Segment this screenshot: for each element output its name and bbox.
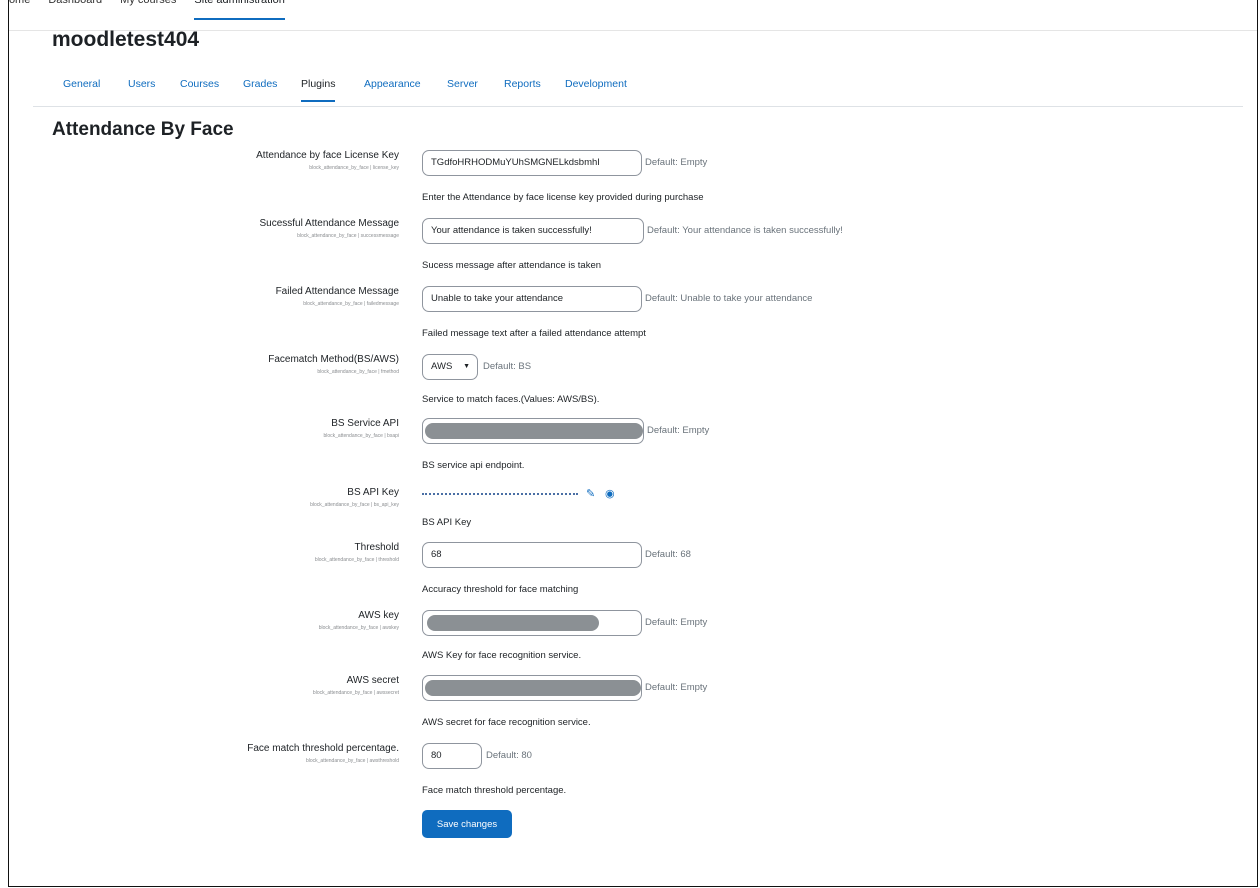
nav-dashboard[interactable]: Dashboard — [48, 0, 102, 20]
setting-description: Accuracy threshold for face matching — [422, 584, 579, 595]
caret-down-icon: ▼ — [463, 363, 470, 370]
setting-label: BS Service API — [331, 418, 399, 429]
setting-label: AWS secret — [346, 675, 399, 686]
tab-appearance[interactable]: Appearance — [364, 78, 421, 90]
setting-label: Attendance by face License Key — [256, 150, 399, 161]
setting-description: Service to match faces.(Values: AWS/BS). — [422, 394, 600, 405]
tab-server[interactable]: Server — [447, 78, 478, 90]
setting-default: Default: Unable to take your attendance — [645, 293, 813, 304]
success-message-input[interactable]: Your attendance is taken successfully! — [422, 218, 644, 244]
save-changes-button[interactable]: Save changes — [422, 810, 512, 838]
threshold-input[interactable]: 68 — [422, 542, 642, 568]
setting-identifier: block_attendance_by_face | bs_api_key — [310, 502, 399, 508]
masked-password-field[interactable] — [422, 493, 578, 495]
setting-identifier: block_attendance_by_face | license_key — [309, 165, 399, 171]
setting-default: Default: 80 — [486, 750, 532, 761]
setting-label: AWS key — [358, 610, 399, 621]
primary-navigation: Home Dashboard My courses Site administr… — [9, 0, 285, 20]
nav-home[interactable]: Home — [9, 0, 30, 20]
setting-identifier: block_attendance_by_face | awskey — [318, 625, 399, 631]
selected-option: AWS — [431, 361, 453, 372]
setting-description: BS API Key — [422, 517, 472, 528]
tab-grades[interactable]: Grades — [243, 78, 277, 90]
setting-default: Default: Empty — [645, 682, 708, 693]
setting-description: Sucess message after attendance is taken — [422, 260, 602, 271]
tab-plugins[interactable]: Plugins — [301, 78, 336, 102]
setting-default: Default: Empty — [647, 425, 710, 436]
nav-my-courses[interactable]: My courses — [120, 0, 176, 20]
setting-label: BS API Key — [347, 487, 399, 498]
setting-default: Default: BS — [483, 361, 532, 372]
setting-default: Default: Your attendance is taken succes… — [647, 225, 843, 236]
setting-label: Threshold — [354, 542, 399, 553]
setting-identifier: block_attendance_by_face | failedmessage — [303, 301, 399, 307]
setting-identifier: block_attendance_by_face | awsthreshold — [305, 758, 399, 764]
setting-identifier: block_attendance_by_face | bsapi — [323, 433, 399, 439]
redaction-mark — [425, 423, 643, 439]
redaction-mark — [427, 615, 599, 631]
setting-label: Sucessful Attendance Message — [259, 218, 399, 229]
site-name: moodletest404 — [52, 28, 200, 51]
setting-description: AWS Key for face recognition service. — [422, 650, 582, 661]
tab-reports[interactable]: Reports — [504, 78, 541, 90]
setting-identifier: block_attendance_by_face | awssecret — [312, 690, 399, 696]
setting-description: Face match threshold percentage. — [422, 785, 567, 796]
tab-courses[interactable]: Courses — [180, 78, 219, 90]
setting-description: BS service api endpoint. — [422, 460, 525, 471]
setting-identifier: block_attendance_by_face | threshold — [314, 557, 399, 563]
pencil-icon[interactable]: ✎ — [586, 487, 595, 500]
tab-users[interactable]: Users — [128, 78, 155, 90]
facematch-method-select[interactable]: AWS ▼ — [422, 354, 478, 380]
face-match-threshold-input[interactable]: 80 — [422, 743, 482, 769]
setting-description: Failed message text after a failed atten… — [422, 328, 646, 339]
app-frame: Home Dashboard My courses Site administr… — [8, 0, 1258, 887]
setting-description: Enter the Attendance by face license key… — [422, 192, 704, 203]
setting-label: Facematch Method(BS/AWS) — [268, 354, 399, 365]
page-title: Attendance By Face — [52, 119, 234, 140]
nav-site-administration[interactable]: Site administration — [194, 0, 285, 20]
setting-default: Default: 68 — [645, 549, 691, 560]
setting-identifier: block_attendance_by_face | fmethod — [317, 369, 399, 375]
tab-development[interactable]: Development — [565, 78, 627, 90]
failed-message-input[interactable]: Unable to take your attendance — [422, 286, 642, 312]
setting-identifier: block_attendance_by_face | successmessag… — [297, 233, 399, 239]
eye-icon[interactable]: ◉ — [605, 487, 615, 500]
redaction-mark — [425, 680, 641, 696]
tab-general[interactable]: General — [63, 78, 100, 90]
license-key-input[interactable]: TGdfoHRHODMuYUhSMGNELkdsbmhI — [422, 150, 642, 176]
setting-label: Failed Attendance Message — [275, 286, 399, 297]
setting-default: Default: Empty — [645, 157, 708, 168]
setting-description: AWS secret for face recognition service. — [422, 717, 591, 728]
setting-label: Face match threshold percentage. — [247, 743, 399, 754]
secondary-navigation: General Users Courses Grades Plugins App… — [33, 76, 1243, 107]
setting-default: Default: Empty — [645, 617, 708, 628]
